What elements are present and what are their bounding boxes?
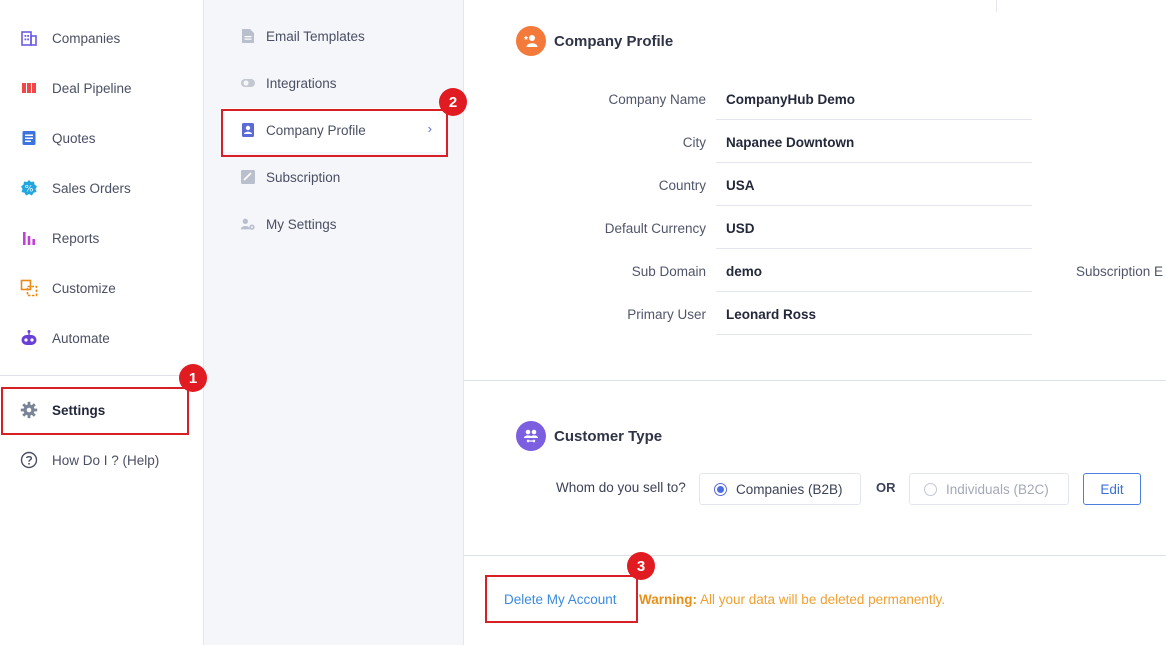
- user-settings-icon: [240, 216, 256, 232]
- option-label: Companies (B2B): [736, 481, 843, 497]
- company-profile-header: Company Profile: [516, 26, 673, 56]
- currency-value: USD: [726, 221, 755, 236]
- nav-label: Sales Orders: [52, 180, 131, 196]
- subscription-label: Subscription E: [1076, 264, 1164, 279]
- section-title: Customer Type: [554, 427, 663, 445]
- field-label: Company Name: [608, 92, 706, 107]
- step-badge-2: 2: [439, 88, 467, 116]
- companies-icon: [20, 29, 38, 47]
- submenu-subscription[interactable]: Subscription: [222, 155, 448, 199]
- column-divider: [996, 0, 997, 12]
- step-badge-3: 3: [627, 552, 655, 580]
- delete-warning: Warning: All your data will be deleted p…: [639, 592, 945, 607]
- warning-text: All your data will be deleted permanentl…: [700, 592, 946, 607]
- nav-label: Customize: [52, 280, 116, 296]
- row-divider: [716, 162, 1032, 163]
- nav-item-reports[interactable]: Reports: [0, 213, 203, 263]
- customize-icon: [20, 279, 38, 297]
- left-navigation: Companies Deal Pipeline Quotes % Sales O…: [0, 0, 204, 645]
- nav-label: Reports: [52, 230, 100, 246]
- highlight-settings: [1, 387, 189, 435]
- radio-selected-icon: [714, 482, 727, 496]
- row-divider: [716, 205, 1032, 206]
- nav-item-deal-pipeline[interactable]: Deal Pipeline: [0, 63, 203, 113]
- country-value: USA: [726, 178, 755, 193]
- robot-icon: [20, 329, 38, 347]
- submenu-label: Subscription: [266, 169, 341, 185]
- document-icon: [240, 28, 256, 44]
- submenu-integrations[interactable]: Integrations: [222, 61, 448, 105]
- customer-type-icon: [516, 421, 546, 451]
- nav-item-customize[interactable]: Customize: [0, 263, 203, 313]
- field-label: Primary User: [627, 307, 706, 322]
- submenu-my-settings[interactable]: My Settings: [222, 202, 448, 246]
- highlight-company-profile: [221, 109, 448, 157]
- row-divider: [716, 248, 1032, 249]
- field-label: City: [682, 135, 706, 150]
- nav-divider: [0, 375, 203, 376]
- nav-label: Deal Pipeline: [52, 80, 132, 96]
- section-divider: [464, 555, 1166, 556]
- primary-user-value: Leonard Ross: [726, 307, 817, 322]
- option-b2b[interactable]: Companies (B2B): [699, 473, 861, 505]
- company-profile-icon: [516, 26, 546, 56]
- field-label: Country: [658, 178, 706, 193]
- nav-label: Companies: [52, 30, 121, 46]
- nav-item-quotes[interactable]: Quotes: [0, 113, 203, 163]
- company-name-value: CompanyHub Demo: [726, 92, 856, 107]
- row-divider: [716, 334, 1032, 335]
- svg-text:%: %: [25, 185, 34, 195]
- submenu-label: My Settings: [266, 216, 337, 232]
- main-content: Company Profile Company Name CompanyHub …: [464, 0, 1166, 645]
- nav-item-help[interactable]: How Do I ? (Help): [0, 435, 203, 485]
- settings-submenu: Email Templates Integrations Company Pro…: [204, 0, 464, 645]
- city-value: Napanee Downtown: [726, 135, 855, 150]
- row-divider: [716, 291, 1032, 292]
- section-divider: [464, 380, 1166, 381]
- option-label: Individuals (B2C): [946, 481, 1049, 497]
- submenu-label: Integrations: [266, 75, 337, 91]
- sales-orders-icon: %: [20, 179, 38, 197]
- nav-item-companies[interactable]: Companies: [0, 13, 203, 63]
- highlight-delete-account: [485, 575, 638, 623]
- field-label: Default Currency: [604, 221, 706, 236]
- pipeline-icon: [20, 79, 38, 97]
- option-b2c[interactable]: Individuals (B2C): [909, 473, 1069, 505]
- warning-label: Warning:: [639, 592, 697, 607]
- submenu-label: Email Templates: [266, 28, 365, 44]
- or-label: OR: [876, 480, 896, 495]
- row-divider: [716, 119, 1032, 120]
- help-icon: [20, 451, 38, 469]
- edit-button[interactable]: Edit: [1083, 473, 1141, 505]
- reports-icon: [20, 229, 38, 247]
- quotes-icon: [20, 129, 38, 147]
- nav-item-sales-orders[interactable]: % Sales Orders: [0, 163, 203, 213]
- nav-label: How Do I ? (Help): [52, 452, 160, 468]
- field-label: Sub Domain: [631, 264, 706, 279]
- subscription-icon: [240, 169, 256, 185]
- radio-unselected-icon: [924, 482, 937, 496]
- nav-label: Quotes: [52, 130, 96, 146]
- section-title: Company Profile: [554, 32, 674, 50]
- integrations-icon: [240, 75, 256, 91]
- subdomain-value: demo: [726, 264, 763, 279]
- nav-label: Automate: [52, 330, 110, 346]
- customer-type-header: Customer Type: [516, 421, 662, 451]
- step-badge-1: 1: [179, 364, 207, 392]
- nav-item-automate[interactable]: Automate: [0, 313, 203, 363]
- submenu-email-templates[interactable]: Email Templates: [222, 14, 448, 58]
- sell-to-question: Whom do you sell to?: [556, 480, 686, 495]
